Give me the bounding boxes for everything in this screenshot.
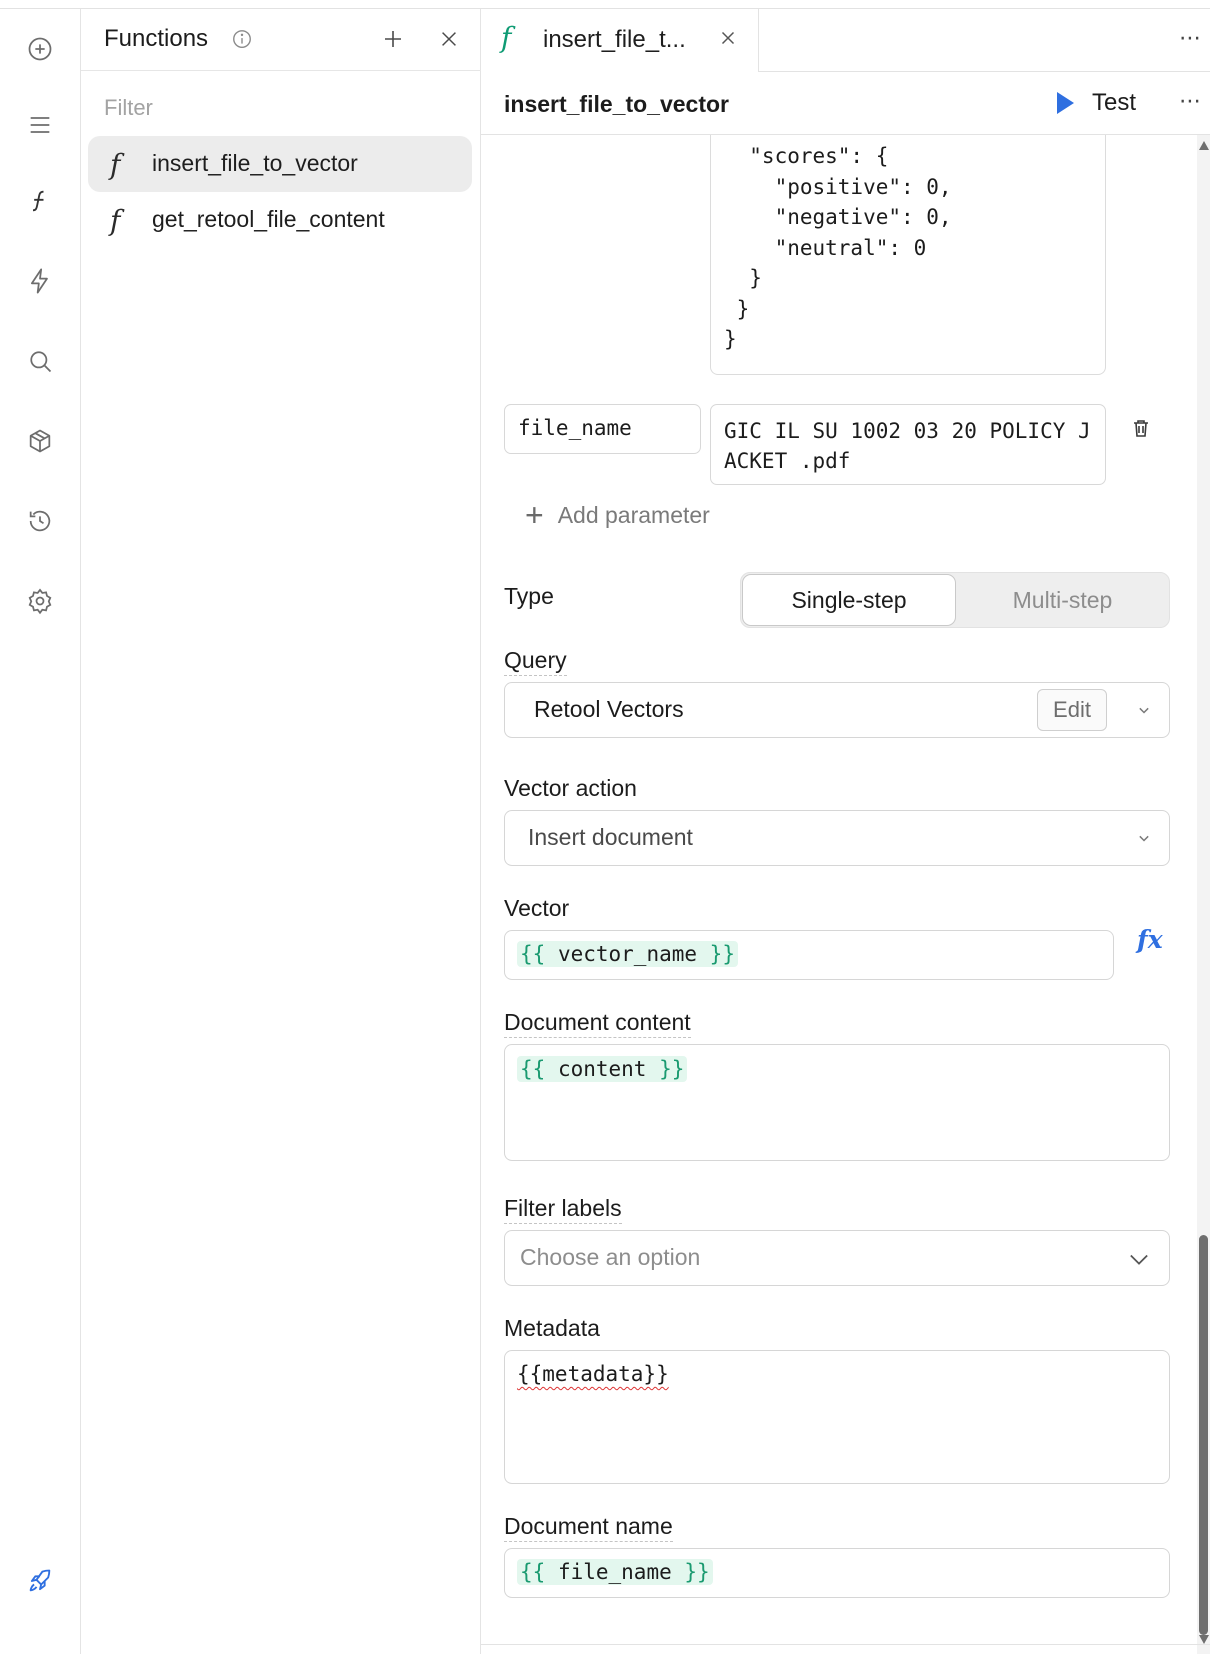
window-top-edge [0, 0, 1210, 9]
function-editor: f insert_file_t... ⋯ insert_file_to_vect… [481, 9, 1210, 1654]
vector-label: Vector [504, 895, 570, 921]
functions-panel-title: Functions [104, 25, 209, 52]
chevron-down-icon [1125, 1245, 1153, 1273]
query-select[interactable]: Retool Vectors Edit [504, 682, 1170, 738]
vector-action-select[interactable]: Insert document [504, 810, 1170, 866]
add-parameter-button[interactable]: + Add parameter [525, 499, 710, 531]
vector-input[interactable]: {{ vector_name }} [504, 930, 1114, 980]
scroll-down-arrow[interactable] [1199, 1635, 1209, 1644]
trash-icon[interactable] [1129, 416, 1155, 442]
close-tab-icon[interactable] [717, 27, 743, 53]
bottom-divider [481, 1644, 1210, 1645]
close-icon [442, 32, 456, 46]
search-icon[interactable] [22, 343, 58, 379]
function-list-item-label: get_retool_file_content [152, 206, 385, 232]
add-parameter-label: Add parameter [557, 501, 710, 528]
parameter-json-value[interactable]: "scores": { "positive": 0, "negative": 0… [710, 135, 1106, 375]
document-content-expression: {{ content }} [517, 1056, 688, 1082]
chevron-down-icon [1134, 828, 1156, 850]
function-list-item-label: insert_file_to_vector [152, 150, 358, 176]
type-label: Type [504, 583, 554, 609]
scroll-up-arrow[interactable] [1199, 141, 1209, 150]
functions-panel-header: Functions [81, 9, 481, 71]
fx-icon[interactable]: fx [1137, 925, 1163, 954]
function-icon: f [110, 148, 121, 181]
test-button-label: Test [1092, 89, 1137, 116]
template-token: {{ file_name }} [517, 1559, 713, 1585]
filter-labels-select[interactable]: Choose an option [504, 1230, 1170, 1286]
settings-icon[interactable] [22, 583, 58, 619]
close-panel-button[interactable] [433, 23, 465, 55]
function-icon: f [501, 21, 512, 54]
filter-labels-label: Filter labels [504, 1195, 622, 1224]
query-value: Retool Vectors [534, 696, 684, 722]
functions-panel: Functions f insert_file_to_vector f get_… [81, 9, 481, 1654]
metadata-value: {{metadata}} [517, 1362, 669, 1386]
scrollbar-thumb[interactable] [1199, 1235, 1208, 1635]
filter-labels-placeholder: Choose an option [520, 1244, 701, 1270]
chevron-down-icon [1134, 700, 1156, 722]
rocket-icon[interactable] [22, 1563, 58, 1599]
editor-header: insert_file_to_vector Test ⋯ [481, 72, 1210, 135]
edit-query-button[interactable]: Edit [1037, 689, 1107, 731]
lightning-icon[interactable] [22, 263, 58, 299]
single-step-option[interactable]: Single-step [742, 574, 956, 626]
template-token: {{ content }} [517, 1056, 688, 1082]
filter-input[interactable] [104, 91, 454, 125]
document-content-input[interactable]: {{ content }} [504, 1044, 1170, 1161]
test-button[interactable]: Test [1057, 85, 1136, 121]
editor-scroll-area: "scores": { "positive": 0, "negative": 0… [481, 135, 1210, 1654]
multi-step-option[interactable]: Multi-step [956, 574, 1169, 626]
menu-icon[interactable] [22, 107, 58, 143]
document-name-label: Document name [504, 1513, 673, 1542]
document-content-label: Document content [504, 1009, 691, 1038]
type-segmented-control: Single-step Multi-step [740, 572, 1170, 628]
query-label: Query [504, 647, 567, 676]
scrollbar[interactable] [1197, 135, 1210, 1654]
history-icon[interactable] [22, 503, 58, 539]
icon-rail [0, 9, 81, 1654]
more-options-icon[interactable]: ⋯ [1179, 88, 1202, 114]
add-circle-icon[interactable] [22, 31, 58, 67]
function-list-item[interactable]: f get_retool_file_content [88, 192, 472, 248]
function-icon: f [110, 204, 121, 237]
json-preview-text: "scores": { "positive": 0, "negative": 0… [724, 144, 952, 351]
play-icon [1057, 92, 1074, 114]
function-title: insert_file_to_vector [504, 91, 729, 117]
editor-tab-bar: f insert_file_t... ⋯ [481, 9, 1210, 72]
parameter-name-field[interactable]: file_name [504, 404, 701, 454]
vector-expression: {{ vector_name }} [517, 941, 738, 967]
tab-insert-file-to-vector[interactable]: f insert_file_t... [481, 9, 759, 72]
plus-icon [385, 31, 401, 47]
plus-icon: + [525, 497, 544, 533]
cube-icon[interactable] [22, 423, 58, 459]
document-name-input[interactable]: {{ file_name }} [504, 1548, 1170, 1598]
parameter-value-field[interactable]: GIC IL SU 1002 03 20 POLICY JACKET .pdf [710, 404, 1106, 485]
document-name-expression: {{ file_name }} [517, 1559, 713, 1585]
function-icon[interactable] [22, 183, 58, 219]
template-token: {{ vector_name }} [517, 941, 738, 967]
info-icon[interactable] [231, 28, 253, 50]
function-list-item[interactable]: f insert_file_to_vector [88, 136, 472, 192]
metadata-input[interactable]: {{metadata}} [504, 1350, 1170, 1484]
add-function-button[interactable] [377, 23, 409, 55]
vector-action-label: Vector action [504, 775, 637, 801]
tab-more-icon[interactable]: ⋯ [1179, 25, 1202, 51]
tab-label: insert_file_t... [543, 26, 686, 53]
vector-action-value: Insert document [528, 824, 693, 850]
metadata-label: Metadata [504, 1315, 600, 1341]
